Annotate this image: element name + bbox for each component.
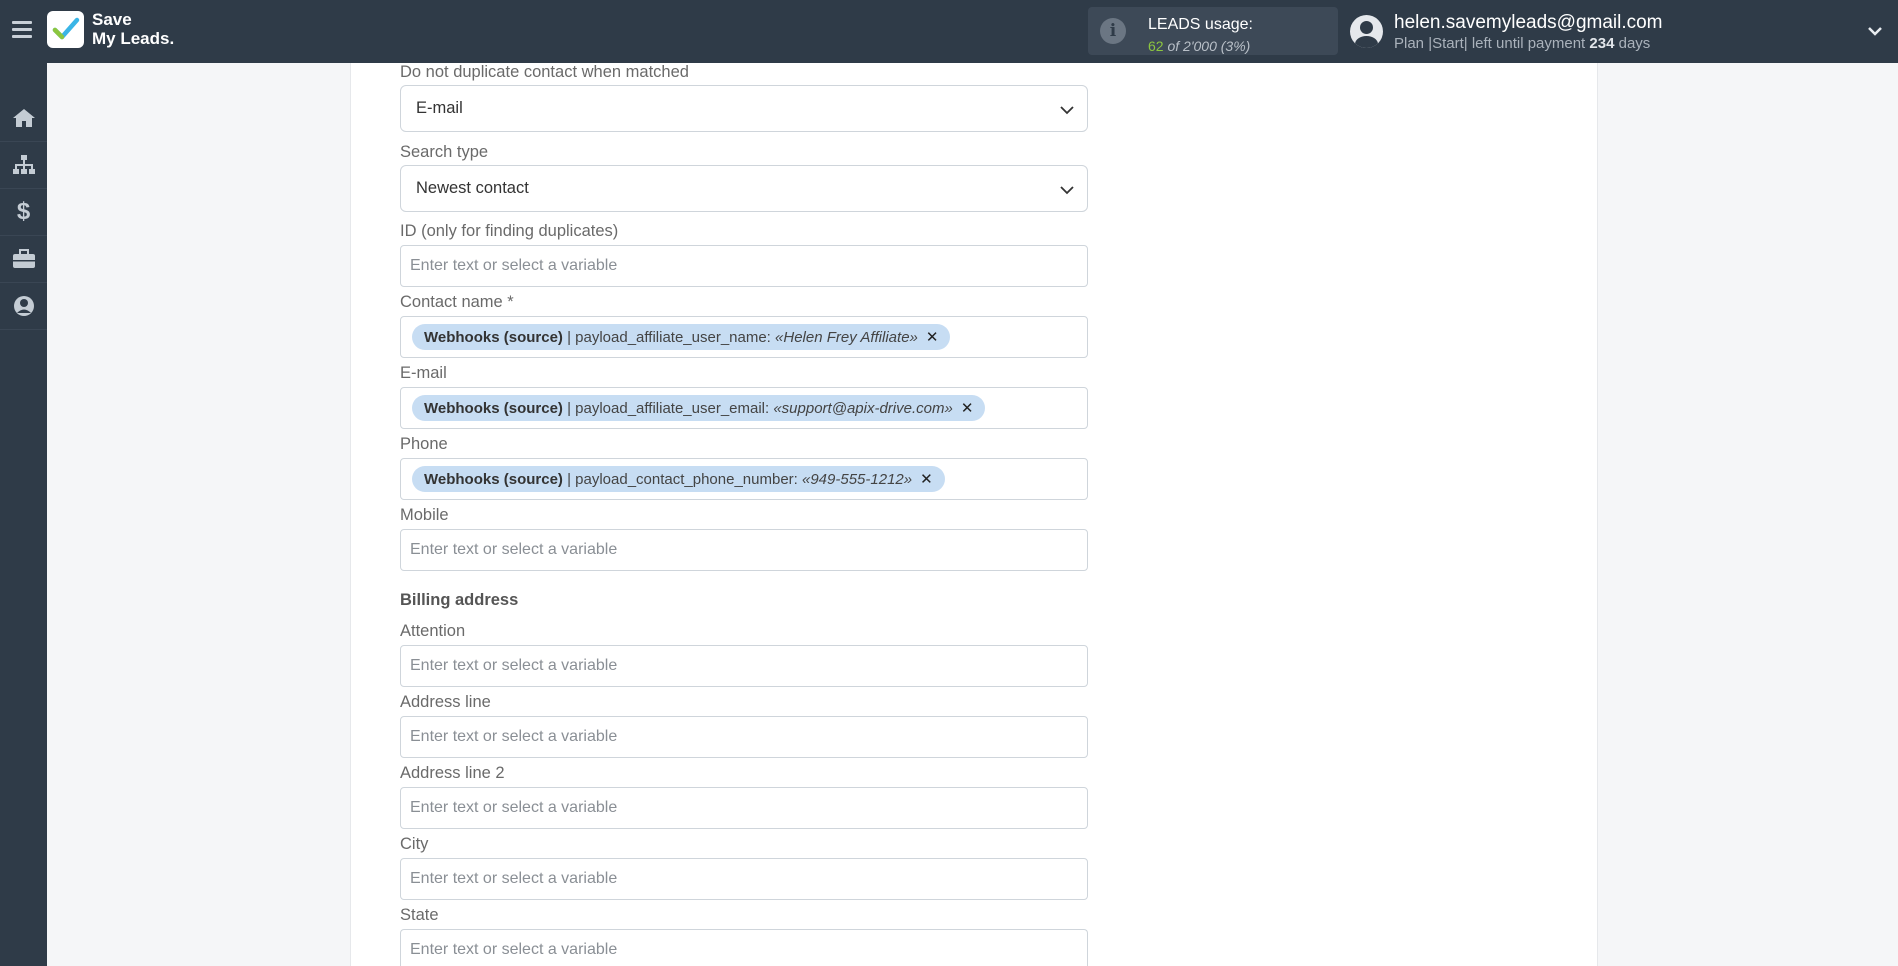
- variable-tag[interactable]: Webhooks (source) | payload_affiliate_us…: [412, 324, 951, 350]
- remove-tag-icon[interactable]: ✕: [961, 399, 974, 417]
- remove-tag-icon[interactable]: ✕: [926, 328, 939, 346]
- state-label: State: [400, 906, 439, 924]
- address-line2-placeholder: Enter text or select a variable: [410, 799, 618, 816]
- city-placeholder: Enter text or select a variable: [410, 870, 618, 887]
- avatar[interactable]: [1350, 15, 1383, 48]
- leads-usage-title: LEADS usage:: [1148, 16, 1253, 33]
- leads-usage-count: 62 of 2'000 (3%): [1148, 38, 1251, 54]
- home-icon: [12, 109, 35, 127]
- address-line2-input[interactable]: Enter text or select a variable: [400, 787, 1088, 829]
- dollar-icon: $: [16, 198, 31, 225]
- variable-tag[interactable]: Webhooks (source) | payload_contact_phon…: [412, 466, 945, 492]
- no-duplicate-label: Do not duplicate contact when matched: [400, 63, 689, 81]
- no-duplicate-select[interactable]: E-mail: [400, 85, 1088, 132]
- user-icon: [13, 296, 34, 316]
- search-type-label: Search type: [400, 143, 489, 161]
- hamburger-menu-icon[interactable]: [12, 21, 32, 39]
- variable-tag[interactable]: Webhooks (source) | payload_affiliate_us…: [412, 395, 986, 421]
- phone-input[interactable]: Webhooks (source) | payload_contact_phon…: [400, 458, 1088, 500]
- mobile-label: Mobile: [400, 506, 449, 524]
- briefcase-icon: [12, 249, 35, 268]
- email-input[interactable]: Webhooks (source) | payload_affiliate_us…: [400, 387, 1088, 429]
- logo[interactable]: Save My Leads.: [47, 10, 174, 48]
- mobile-placeholder: Enter text or select a variable: [410, 541, 618, 558]
- chevron-down-icon[interactable]: [1866, 22, 1884, 40]
- sidebar: $: [0, 63, 47, 966]
- search-type-select[interactable]: Newest contact: [400, 165, 1088, 212]
- address-line-input[interactable]: Enter text or select a variable: [400, 716, 1088, 758]
- user-email: helen.savemyleads@gmail.com: [1394, 12, 1663, 33]
- address-line2-label: Address line 2: [400, 764, 505, 782]
- info-icon: i: [1100, 18, 1126, 44]
- attention-placeholder: Enter text or select a variable: [410, 657, 618, 674]
- sidebar-item-home[interactable]: [0, 95, 47, 142]
- contact-name-input[interactable]: Webhooks (source) | payload_affiliate_us…: [400, 316, 1088, 358]
- attention-label: Attention: [400, 622, 466, 640]
- logo-text-line2: My Leads.: [92, 29, 175, 48]
- logo-check-icon: [47, 10, 84, 48]
- state-placeholder: Enter text or select a variable: [410, 941, 618, 958]
- id-label: ID (only for finding duplicates): [400, 222, 619, 240]
- plan-info: Plan |Start| left until payment 234 days: [1394, 35, 1651, 52]
- state-input[interactable]: Enter text or select a variable: [400, 929, 1088, 966]
- no-duplicate-value: E-mail: [416, 99, 463, 117]
- attention-input[interactable]: Enter text or select a variable: [400, 645, 1088, 687]
- search-type-value: Newest contact: [416, 179, 529, 197]
- top-bar: Save My Leads. i LEADS usage: 62 of 2'00…: [0, 0, 1898, 63]
- logo-text-line1: Save: [92, 10, 132, 29]
- chevron-down-icon: [1060, 106, 1074, 115]
- sitemap-icon: [12, 155, 35, 174]
- city-label: City: [400, 835, 429, 853]
- contact-name-label: Contact name *: [400, 293, 514, 311]
- billing-address-title: Billing address: [400, 591, 519, 609]
- address-line-label: Address line: [400, 693, 491, 711]
- sidebar-item-tools[interactable]: [0, 236, 47, 283]
- id-placeholder: Enter text or select a variable: [410, 257, 618, 274]
- id-input[interactable]: Enter text or select a variable: [400, 245, 1088, 287]
- address-line-placeholder: Enter text or select a variable: [410, 728, 618, 745]
- leads-usage-box: i LEADS usage: 62 of 2'000 (3%): [1088, 7, 1338, 55]
- sidebar-item-account[interactable]: [0, 283, 47, 330]
- chevron-down-icon: [1060, 186, 1074, 195]
- mobile-input[interactable]: Enter text or select a variable: [400, 529, 1088, 571]
- sidebar-item-connections[interactable]: [0, 142, 47, 189]
- city-input[interactable]: Enter text or select a variable: [400, 858, 1088, 900]
- remove-tag-icon[interactable]: ✕: [920, 470, 933, 488]
- phone-label: Phone: [400, 435, 448, 453]
- sidebar-item-billing[interactable]: $: [0, 189, 47, 236]
- email-label: E-mail: [400, 364, 447, 382]
